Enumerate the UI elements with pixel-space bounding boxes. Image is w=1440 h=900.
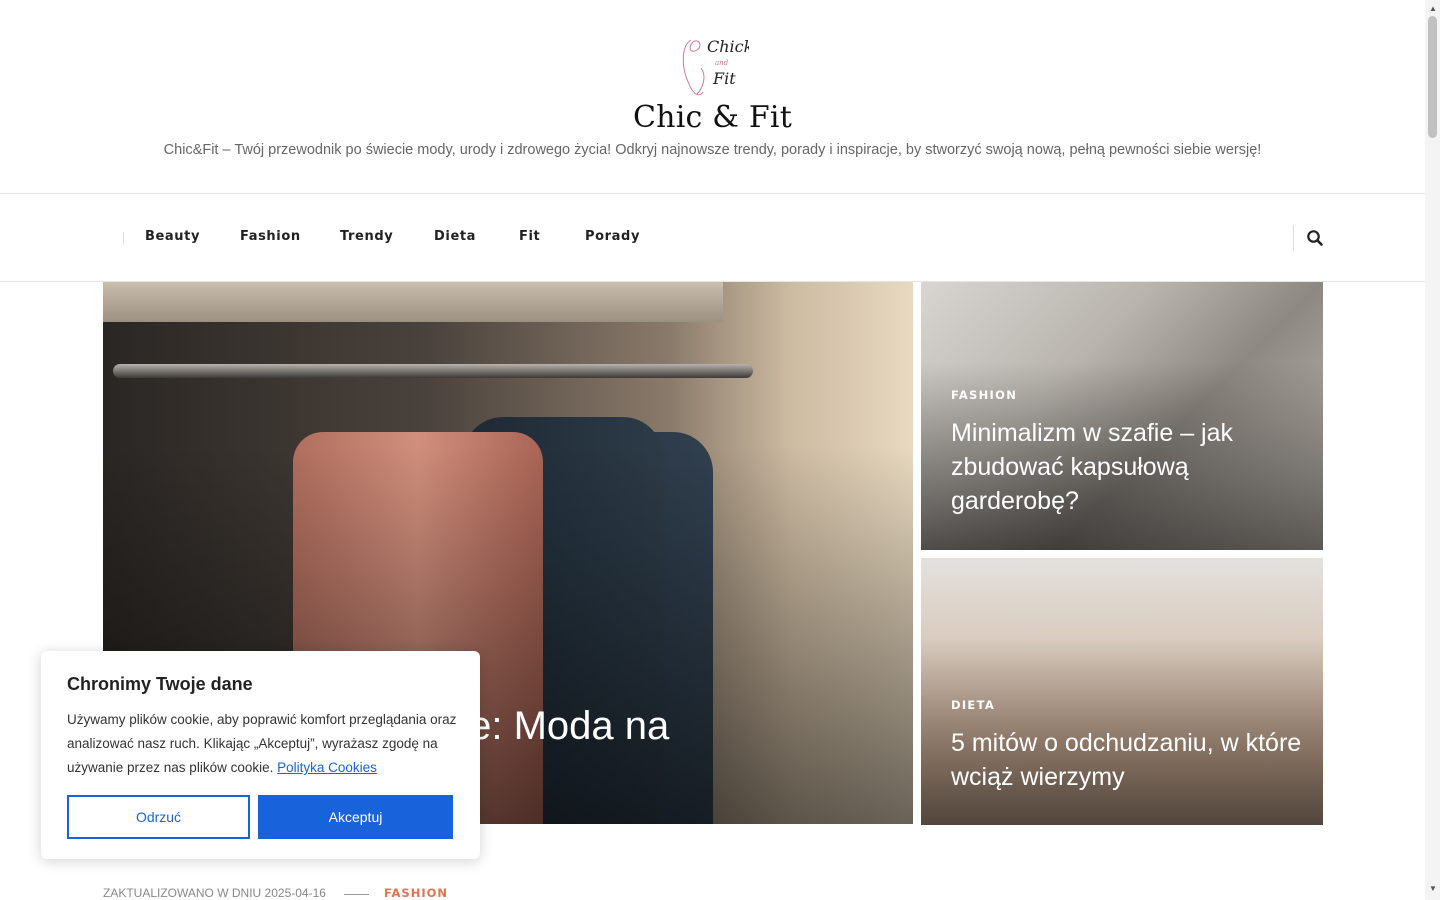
nav-item-beauty[interactable]: Beauty	[145, 229, 200, 244]
site-tagline: Chic&Fit – Twój przewodnik po świecie mo…	[163, 142, 1262, 158]
svg-text:Chick: Chick	[707, 37, 749, 56]
clothes-rail	[113, 364, 753, 378]
cookie-consent-dialog: Chronimy Twoje dane Używamy plików cooki…	[41, 651, 480, 859]
meta-divider	[344, 894, 369, 895]
nav-divider	[123, 232, 124, 244]
nav-item-dieta[interactable]: Dieta	[434, 229, 476, 244]
site-logo[interactable]: Chick and Fit	[677, 32, 749, 102]
featured-post-1[interactable]: FASHION Minimalizm w szafie – jak zbudow…	[921, 282, 1323, 550]
scrollbar-thumb[interactable]	[1428, 16, 1437, 138]
scrollbar[interactable]: ▲ ▼	[1425, 0, 1440, 900]
cookie-policy-link[interactable]: Polityka Cookies	[277, 760, 377, 775]
svg-text:Fit: Fit	[712, 69, 736, 88]
cookie-title: Chronimy Twoje dane	[67, 674, 253, 694]
nav-item-fashion[interactable]: Fashion	[240, 229, 301, 244]
cookie-description: Używamy plików cookie, aby poprawić komf…	[67, 708, 462, 780]
nav-divider	[1293, 225, 1294, 251]
cookie-text: Używamy plików cookie, aby poprawić komf…	[67, 712, 457, 775]
nav-item-porady[interactable]: Porady	[585, 229, 640, 244]
featured-post-2[interactable]: DIETA 5 mitów o odchudzaniu, w które wci…	[921, 558, 1323, 825]
nav-item-trendy[interactable]: Trendy	[340, 229, 393, 244]
site-title[interactable]: Chic & Fit	[0, 100, 1425, 135]
search-icon[interactable]	[1305, 228, 1325, 248]
main-nav: Beauty Fashion Trendy Dieta Fit Porady	[0, 195, 1425, 282]
wardrobe-shelf	[103, 282, 723, 322]
post-updated-date: ZAKTUALIZOWANO W DNIU 2025-04-16	[103, 886, 326, 900]
accept-button[interactable]: Akceptuj	[258, 795, 453, 839]
post-category[interactable]: DIETA	[951, 698, 995, 712]
post-title[interactable]: Minimalizm w szafie – jak zbudować kapsu…	[951, 416, 1291, 518]
post-category-link[interactable]: FASHION	[384, 886, 448, 900]
scroll-up-icon[interactable]: ▲	[1429, 4, 1437, 13]
svg-text:and: and	[715, 59, 729, 67]
nav-item-fit[interactable]: Fit	[519, 229, 540, 244]
post-category[interactable]: FASHION	[951, 388, 1017, 402]
scroll-down-icon[interactable]: ▼	[1429, 884, 1437, 893]
post-title[interactable]: 5 mitów o odchudzaniu, w które wciąż wie…	[951, 726, 1311, 794]
site-header: Chick and Fit Chic & Fit Chic&Fit – Twój…	[0, 0, 1425, 194]
reject-button[interactable]: Odrzuć	[67, 795, 250, 839]
